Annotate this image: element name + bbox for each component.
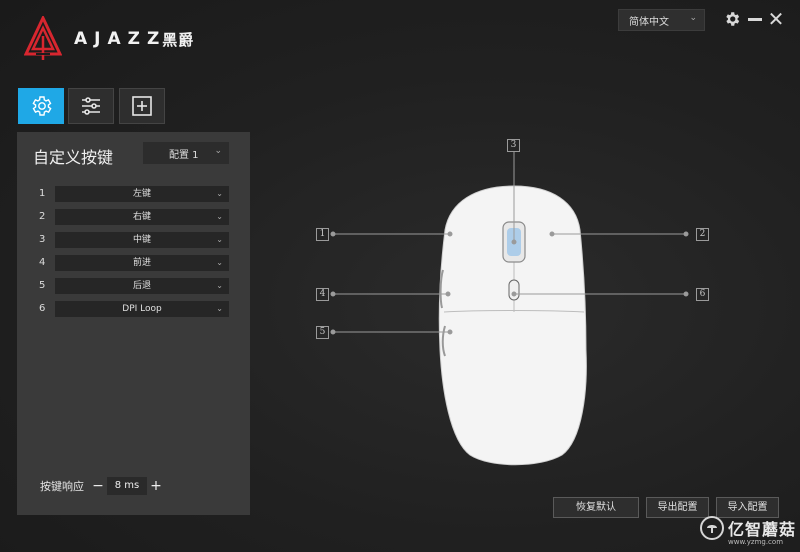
- language-select[interactable]: 简体中文 ⌄: [618, 9, 705, 31]
- key-row: 5 后退 ⌄: [17, 278, 250, 294]
- profile-select[interactable]: 配置 1 ⌄: [143, 142, 229, 164]
- dpi-button[interactable]: [508, 279, 520, 301]
- key-response-label: 按键响应: [40, 480, 84, 493]
- key-row: 2 右键 ⌄: [17, 209, 250, 225]
- chevron-down-icon: ⌄: [214, 146, 222, 156]
- chevron-down-icon: ⌄: [216, 235, 223, 244]
- key-value: 左键: [132, 189, 151, 199]
- callout-1: 1: [316, 228, 329, 241]
- latency-value[interactable]: 8 ms: [107, 477, 147, 495]
- chevron-down-icon: ⌄: [216, 189, 223, 198]
- chevron-down-icon: ⌄: [216, 304, 223, 313]
- panel-title: 自定义按键: [33, 148, 114, 167]
- key-response-control: 按键响应 − 8 ms +: [40, 477, 162, 495]
- plus-box-icon: [132, 96, 152, 116]
- tab-performance[interactable]: [68, 88, 114, 124]
- settings-button[interactable]: [722, 8, 742, 30]
- mushroom-logo-icon: [700, 516, 724, 540]
- profile-value: 配置 1: [169, 149, 199, 161]
- sliders-icon: [82, 97, 100, 115]
- tab-settings[interactable]: [18, 88, 64, 124]
- key-4-select[interactable]: 前进 ⌄: [55, 255, 229, 271]
- key-number: 2: [39, 211, 46, 222]
- key-5-select[interactable]: 后退 ⌄: [55, 278, 229, 294]
- watermark: 亿智蘑菇 www.yzmg.com: [700, 516, 797, 546]
- restore-defaults-button[interactable]: 恢复默认: [553, 497, 639, 518]
- key-number: 1: [39, 188, 46, 199]
- ajazz-logo-icon: [24, 16, 62, 60]
- key-number: 4: [39, 257, 46, 268]
- gear-icon: [32, 96, 52, 116]
- key-row: 4 前进 ⌄: [17, 255, 250, 271]
- export-config-button[interactable]: 导出配置: [646, 497, 709, 518]
- chevron-down-icon: ⌄: [689, 13, 697, 23]
- key-2-select[interactable]: 右键 ⌄: [55, 209, 229, 225]
- key-value: DPI Loop: [122, 304, 162, 314]
- key-1-select[interactable]: 左键 ⌄: [55, 186, 229, 202]
- brand-logo: AJAZZ 黑爵: [24, 16, 194, 62]
- key-value: 前进: [132, 258, 151, 268]
- gear-icon: [726, 12, 740, 26]
- callout-4: 4: [316, 288, 329, 301]
- mouse-diagram: [330, 152, 689, 466]
- language-value: 简体中文: [629, 16, 669, 28]
- key-number: 5: [39, 280, 46, 291]
- custom-keys-panel: 自定义按键 配置 1 ⌄ 1 左键 ⌄ 2 右键 ⌄ 3 中键 ⌄ 4 前进 ⌄…: [17, 132, 250, 515]
- key-row: 3 中键 ⌄: [17, 232, 250, 248]
- brand-latin: AJAZZ: [74, 29, 167, 49]
- key-row: 1 左键 ⌄: [17, 186, 250, 202]
- chevron-down-icon: ⌄: [216, 258, 223, 267]
- minimize-icon: [748, 18, 762, 21]
- callout-6: 6: [696, 288, 709, 301]
- key-6-select[interactable]: DPI Loop ⌄: [55, 301, 229, 317]
- brand-cn: 黑爵: [162, 30, 195, 49]
- app-window: AJAZZ 黑爵 简体中文 ⌄ ✕ 自定义按键 配置 1 ⌄ 1 左键 ⌄ 2 …: [0, 0, 800, 552]
- key-value: 后退: [132, 281, 151, 291]
- callout-3: 3: [507, 139, 520, 152]
- chevron-down-icon: ⌄: [216, 281, 223, 290]
- key-number: 3: [39, 234, 46, 245]
- key-value: 中键: [132, 235, 151, 245]
- tab-macro[interactable]: [119, 88, 165, 124]
- import-config-button[interactable]: 导入配置: [716, 497, 779, 518]
- watermark-url: www.yzmg.com: [728, 538, 784, 546]
- key-row: 6 DPI Loop ⌄: [17, 301, 250, 317]
- close-icon: ✕: [767, 7, 785, 31]
- key-number: 6: [39, 303, 46, 314]
- watermark-text: 亿智蘑菇: [728, 520, 797, 539]
- minimize-button[interactable]: [745, 8, 765, 30]
- callout-5: 5: [316, 326, 329, 339]
- latency-increase-button[interactable]: +: [150, 477, 162, 495]
- latency-decrease-button[interactable]: −: [92, 477, 104, 495]
- callout-2: 2: [696, 228, 709, 241]
- chevron-down-icon: ⌄: [216, 212, 223, 221]
- key-3-select[interactable]: 中键 ⌄: [55, 232, 229, 248]
- key-value: 右键: [132, 212, 151, 222]
- close-button[interactable]: ✕: [766, 8, 786, 30]
